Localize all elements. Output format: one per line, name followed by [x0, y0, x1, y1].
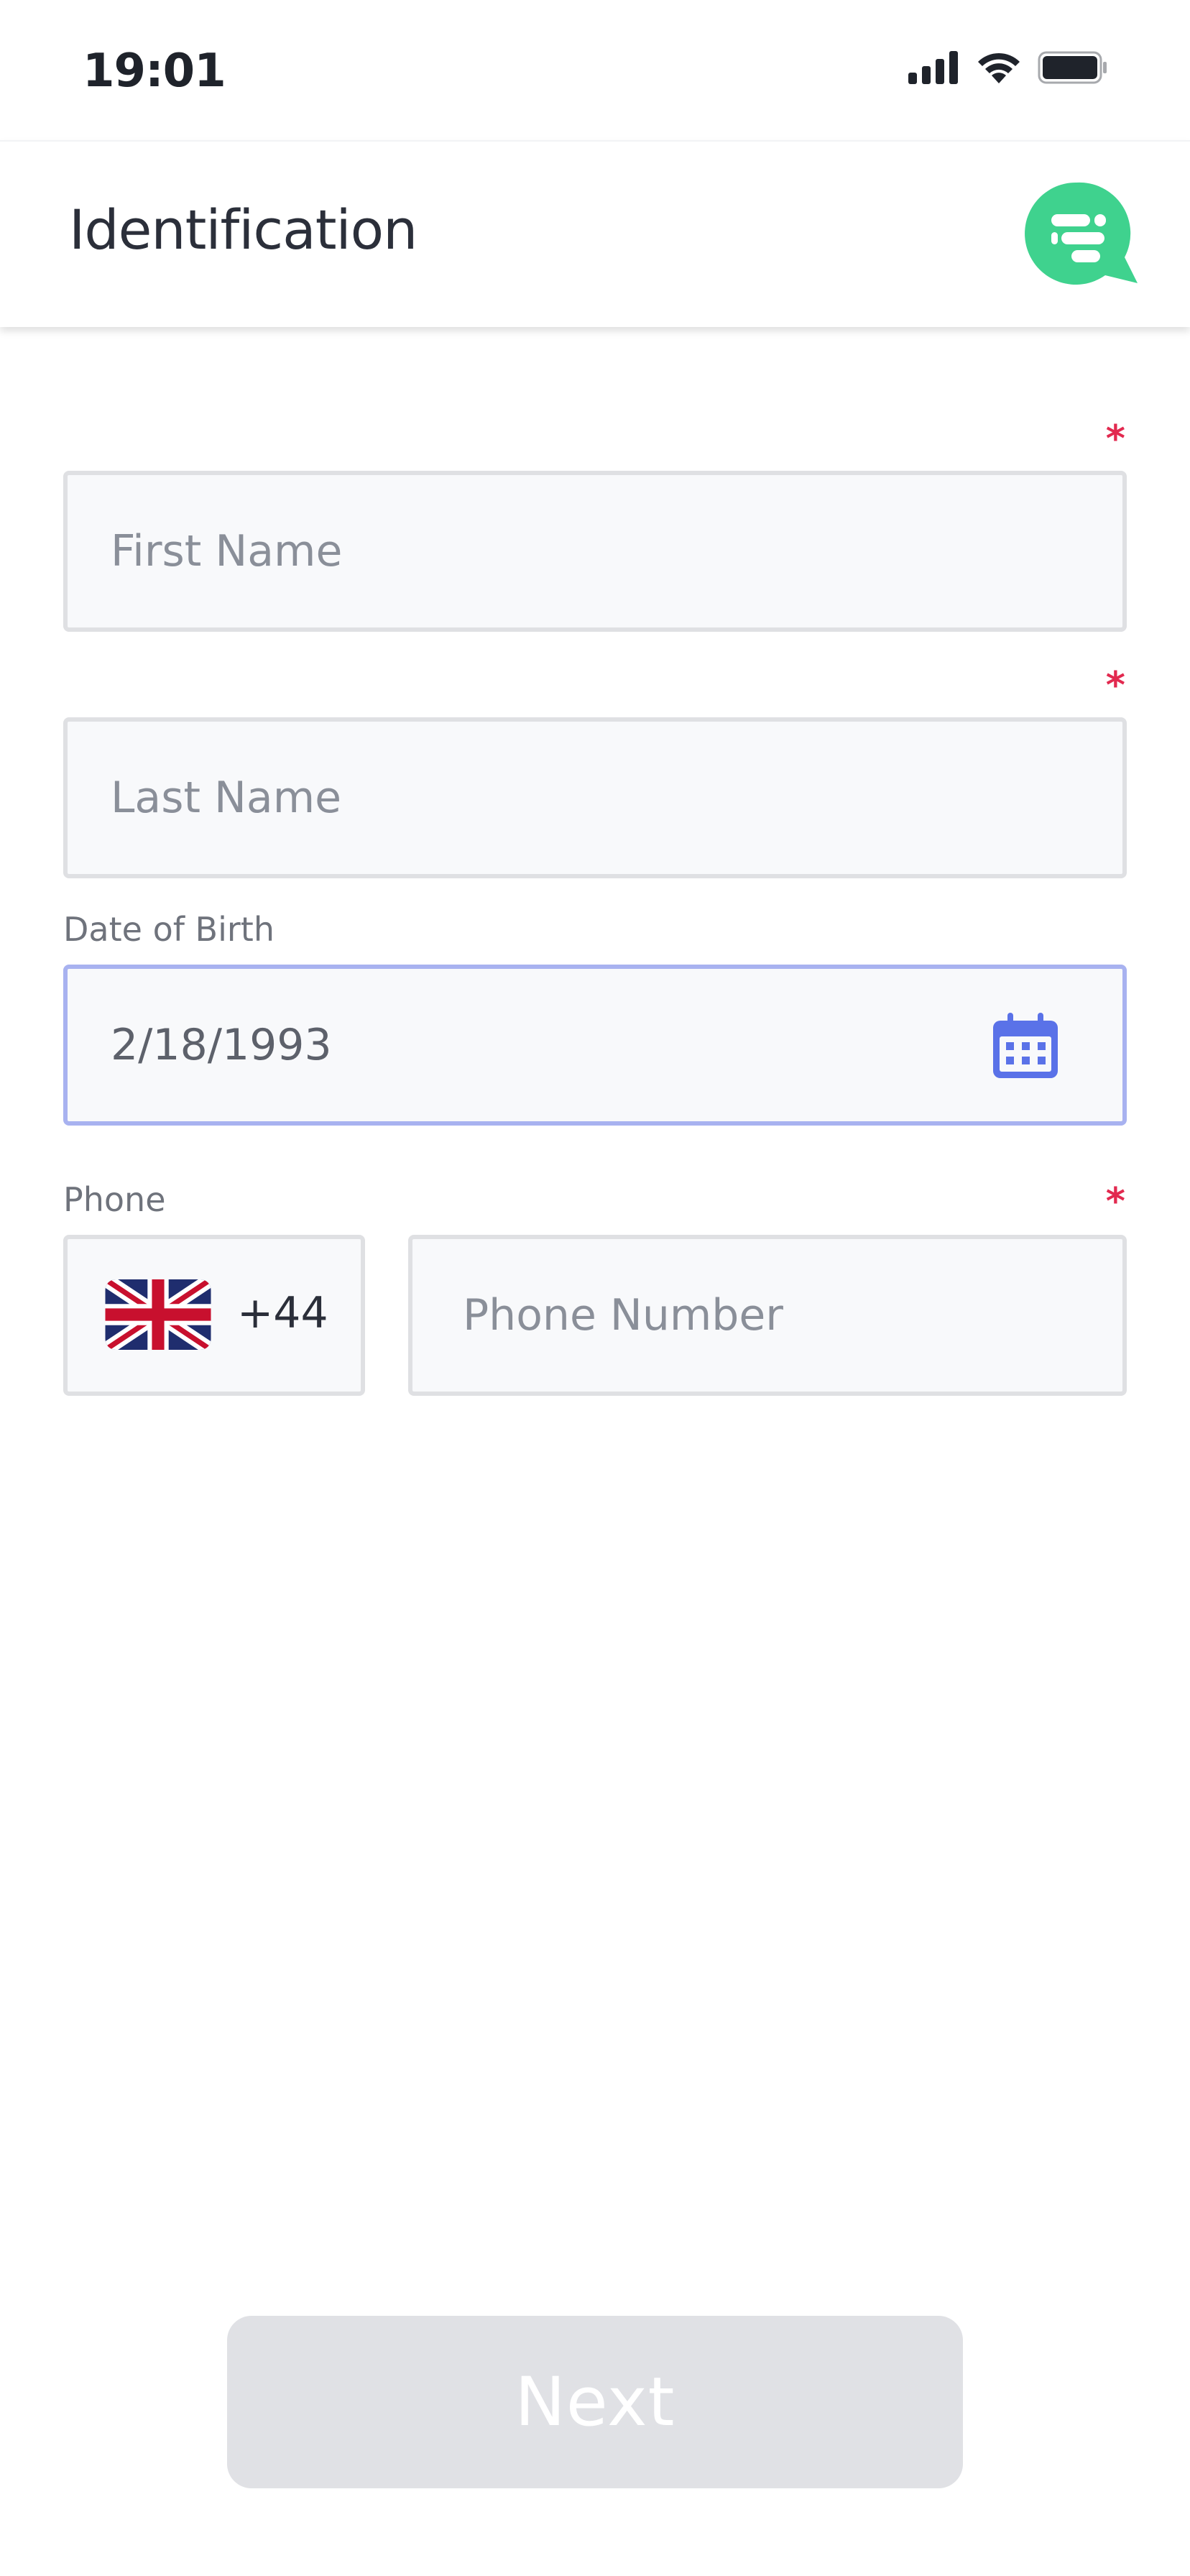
uk-flag-icon	[105, 1279, 211, 1350]
page-title: Identification	[69, 198, 418, 262]
dial-code: +44	[237, 1288, 328, 1338]
app-header: Identification	[0, 140, 1190, 327]
chat-bubble-icon	[1025, 182, 1138, 285]
first-name-required-mark: *	[1105, 418, 1125, 461]
date-of-birth-label: Date of Birth	[63, 910, 275, 949]
signal-icon	[908, 51, 958, 84]
first-name-input[interactable]	[68, 475, 1122, 627]
chat-button[interactable]	[1024, 181, 1139, 289]
phone-number-field	[408, 1235, 1127, 1396]
next-button[interactable]: Next	[227, 2316, 963, 2488]
battery-icon	[1038, 51, 1107, 84]
last-name-input[interactable]	[68, 722, 1122, 874]
first-name-field	[63, 471, 1127, 632]
status-bar: 19:01	[0, 0, 1190, 140]
calendar-icon[interactable]	[990, 1011, 1061, 1081]
country-code-selector[interactable]: +44	[63, 1235, 365, 1396]
phone-required-mark: *	[1105, 1180, 1125, 1223]
status-time: 19:01	[83, 45, 226, 98]
last-name-required-mark: *	[1105, 664, 1125, 707]
phone-number-input[interactable]	[412, 1239, 1122, 1392]
wifi-icon	[978, 52, 1020, 83]
date-of-birth-input[interactable]	[68, 969, 1122, 1121]
status-icons	[908, 50, 1110, 85]
last-name-field	[63, 717, 1127, 878]
date-of-birth-field	[63, 965, 1127, 1126]
phone-label: Phone	[63, 1180, 166, 1219]
